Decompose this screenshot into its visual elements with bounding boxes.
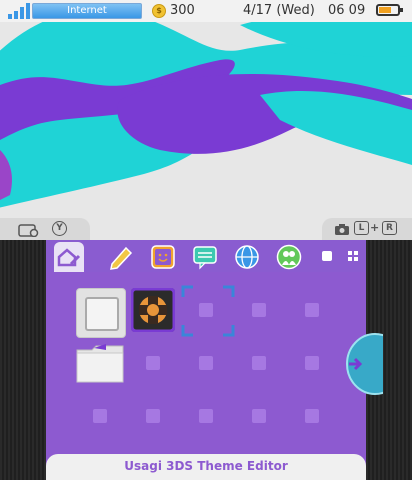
top-screen: Internet $ 300 4/17 (Wed) 06 09 Y L + R [0,0,412,240]
play-coin-icon: $ [152,4,166,18]
empty-slot[interactable] [146,409,160,423]
scroll-right-button[interactable] [343,332,383,396]
date-display: 4/17 (Wed) [243,3,315,18]
time-display: 06 09 [328,3,366,18]
chat-icon[interactable] [192,244,218,270]
theme-credit-text: Usagi 3DS Theme Editor [124,459,288,473]
empty-slot[interactable] [252,409,266,423]
globe-icon[interactable] [234,244,260,270]
battery-icon [376,4,403,16]
game-logo-icon [130,287,176,333]
empty-slot[interactable] [305,409,319,423]
empty-slot[interactable] [199,409,213,423]
bottom-screen: Usagi 3DS Theme Editor [0,240,412,480]
smiley-icon[interactable] [150,244,176,270]
single-view-icon[interactable] [322,251,332,261]
camera-icon [335,224,349,235]
pencil-icon[interactable] [108,244,134,270]
left-shoulder-hint[interactable]: Y [0,218,90,240]
empty-slot[interactable] [305,356,319,370]
plus-sign: + [370,221,380,234]
friends-icon[interactable] [276,244,302,270]
grid-icon[interactable] [348,251,358,261]
empty-slot[interactable] [93,409,107,423]
empty-slot[interactable] [199,356,213,370]
network-status: Internet [32,3,142,19]
l-button-icon: L [354,221,369,235]
left-border [0,240,46,480]
r-button-icon: R [382,221,397,235]
selection-cursor [181,285,235,337]
empty-slot[interactable] [146,356,160,370]
folder-icon[interactable] [76,344,124,384]
home-toolbar [46,240,366,272]
y-button-icon: Y [52,221,67,236]
camera-icon [18,224,39,237]
status-bar: Internet $ 300 4/17 (Wed) 06 09 [0,0,412,22]
app-icon-blank[interactable] [76,288,126,338]
app-icon-game[interactable] [130,287,176,333]
home-settings-icon [57,248,81,267]
wallpaper-art [0,0,412,240]
theme-credit-bar: Usagi 3DS Theme Editor [46,454,366,480]
right-shoulder-hint[interactable]: L + R [322,218,412,240]
empty-slot[interactable] [252,303,266,317]
empty-slot[interactable] [252,356,266,370]
home-settings-button[interactable] [54,242,84,272]
empty-slot[interactable] [305,303,319,317]
signal-strength-icon [8,3,30,19]
play-coin-count: 300 [170,3,195,18]
